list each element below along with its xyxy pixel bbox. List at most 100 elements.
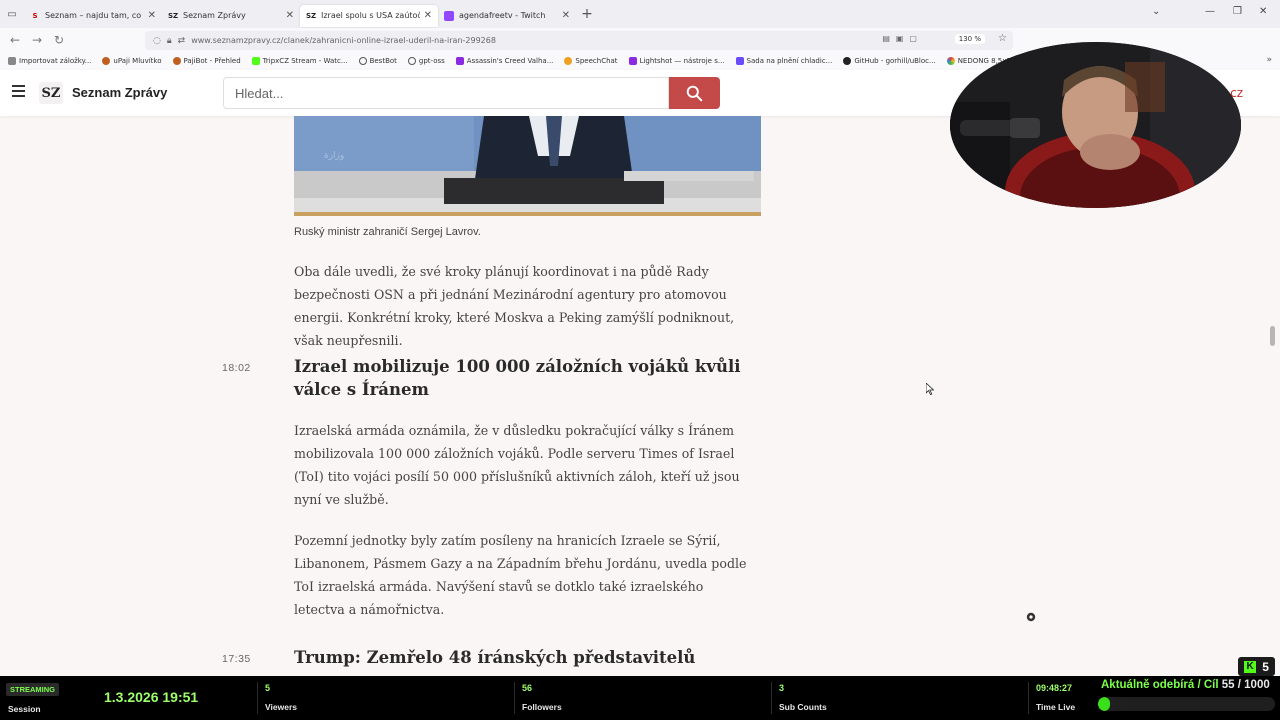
tab-twitch[interactable]: agendafreetv - Twitch ✕ <box>438 5 576 27</box>
bookmark-item[interactable]: Assassin's Creed Valha... <box>455 57 553 65</box>
tab-title: Izrael spolu s USA zaútočili na Írán <box>321 11 420 20</box>
entry-time: 17:35 <box>222 653 251 665</box>
back-arrow-icon[interactable]: ← <box>4 33 26 47</box>
kick-icon <box>251 57 260 65</box>
tab-title: agendafreetv - Twitch <box>459 11 546 20</box>
bookmark-icon <box>8 57 16 65</box>
bookmark-item[interactable]: TripxCZ Stream - Watc... <box>251 57 348 65</box>
site-name[interactable]: Seznam Zprávy <box>72 85 167 100</box>
lock-icon[interactable]: 🔒︎ <box>167 36 172 46</box>
close-tab-icon[interactable]: ✕ <box>286 10 294 21</box>
viewers-value: 5 <box>265 683 271 693</box>
divider <box>771 682 772 714</box>
github-icon <box>843 57 852 65</box>
zoom-level-badge[interactable]: 130 % <box>954 34 985 44</box>
sub-goal-progress-bar <box>1098 697 1275 711</box>
tab-list-chevron-icon[interactable]: ⌄ <box>1152 6 1160 17</box>
close-tab-icon[interactable]: ✕ <box>562 10 570 21</box>
seznam-favicon-icon: S <box>32 11 38 20</box>
bookmark-star-icon[interactable]: ☆ <box>998 33 1007 44</box>
kick-logo-icon: K <box>1244 660 1257 673</box>
permissions-icon[interactable]: ⇄ <box>178 36 186 46</box>
entry-time: 18:02 <box>222 362 251 374</box>
bookmark-item[interactable]: uPaji Mluvítko <box>102 57 162 65</box>
session-label: Session <box>8 704 41 714</box>
reload-icon[interactable]: ↻ <box>48 33 70 47</box>
bookmark-item[interactable]: Importovat záložky... <box>8 57 91 65</box>
tab-title: Seznam – najdu tam, co neznám <box>45 11 144 20</box>
subs-label: Sub Counts <box>779 702 827 712</box>
sub-goal-progress-fill <box>1098 697 1111 711</box>
time-live-value: 09:48:27 <box>1036 683 1073 693</box>
sub-goal-text: Aktuálně odebírá / Cíl 55 / 1000 <box>1101 679 1270 691</box>
viewers-label: Viewers <box>265 702 297 712</box>
lightshot-icon <box>628 57 637 65</box>
scrollbar-thumb[interactable] <box>1270 326 1275 346</box>
address-bar[interactable]: ◌ 🔒︎ ⇄ www.seznamzpravy.cz/clanek/zahran… <box>145 31 1013 50</box>
bookmark-icon <box>946 57 955 65</box>
minimize-button[interactable]: — <box>1205 6 1215 17</box>
search-icon <box>686 85 703 101</box>
bookmark-item[interactable]: BestBot <box>358 57 397 65</box>
search-button[interactable] <box>669 77 720 109</box>
close-tab-icon[interactable]: ✕ <box>424 10 432 21</box>
sz-favicon-icon: SZ <box>305 11 317 20</box>
subs-value: 3 <box>779 683 785 693</box>
streaming-badge: STREAMING <box>6 683 59 696</box>
globe-icon <box>358 57 367 65</box>
webcam-overlay <box>950 42 1241 208</box>
svg-text:وزارة: وزارة <box>324 151 344 161</box>
bookmark-icon <box>102 57 111 65</box>
followers-value: 56 <box>522 683 533 693</box>
article-paragraph: Izraelská armáda oznámila, že v důsledku… <box>294 423 740 507</box>
site-logo[interactable]: SZ <box>39 82 63 104</box>
tab-title: Seznam Zprávy <box>183 11 246 20</box>
speechchat-icon <box>564 57 573 65</box>
tab-seznam[interactable]: S Seznam – najdu tam, co neznám ✕ <box>24 5 162 27</box>
tab-overview-icon[interactable]: ▭ <box>0 0 24 28</box>
article-paragraph: Oba dále uvedli, že své kroky plánují ko… <box>294 264 735 348</box>
bookmarks-overflow-icon[interactable]: » <box>1266 55 1272 65</box>
mouse-cursor-icon <box>926 383 934 395</box>
twitch-favicon-icon <box>444 10 454 21</box>
photo-caption: Ruský ministr zahraničí Sergej Lavrov. <box>294 226 481 238</box>
extension-badge-icon[interactable] <box>1026 612 1036 622</box>
tab-strip: ▭ S Seznam – najdu tam, co neznám ✕ SZ S… <box>0 0 1280 28</box>
followers-label: Followers <box>522 702 562 712</box>
stream-stats-overlay: STREAMING Session 1.3.2026 19:51 5 Viewe… <box>0 676 1280 720</box>
sz-favicon-icon: SZ <box>167 11 179 20</box>
divider <box>1028 682 1029 714</box>
divider <box>514 682 515 714</box>
article-paragraph: Pozemní jednotky byly zatím posíleny na … <box>294 533 747 617</box>
bookmark-item[interactable]: GitHub - gorhill/uBloc... <box>843 57 936 65</box>
bookmark-icon <box>735 57 744 65</box>
time-live-label: Time Live <box>1036 702 1076 712</box>
kick-viewer-count: 5 <box>1262 659 1269 674</box>
close-window-button[interactable]: ✕ <box>1259 6 1267 17</box>
menu-icon[interactable] <box>12 85 25 100</box>
bookmark-item[interactable]: Lightshot — nástroje s... <box>628 57 725 65</box>
close-tab-icon[interactable]: ✕ <box>148 10 156 21</box>
tab-seznam-zpravy[interactable]: SZ Seznam Zprávy ✕ <box>162 5 300 27</box>
stream-datetime: 1.3.2026 19:51 <box>104 689 199 705</box>
bookmark-item[interactable]: PajiBot - Přehled <box>172 57 241 65</box>
divider <box>257 682 258 714</box>
search-input[interactable] <box>223 77 669 109</box>
kick-viewer-badge: K 5 <box>1238 657 1275 676</box>
bookmark-item[interactable]: gpt-oss <box>407 57 445 65</box>
article-photo: وزارة <box>294 116 761 216</box>
shield-icon[interactable]: ◌ <box>153 36 161 46</box>
forward-arrow-icon[interactable]: → <box>26 33 48 47</box>
bookmark-icon <box>172 57 181 65</box>
page-action-icons[interactable]: ▤▣▢ <box>882 34 923 43</box>
entry-headline[interactable]: Izrael mobilizuje 100 000 záložních vojá… <box>294 355 754 401</box>
assassins-creed-icon <box>455 57 464 65</box>
new-tab-button[interactable]: + <box>576 6 598 22</box>
globe-icon <box>407 57 416 65</box>
bookmark-item[interactable]: Sada na plnění chladic... <box>735 57 832 65</box>
entry-headline[interactable]: Trump: Zemřelo 48 íránských představitel… <box>294 646 764 669</box>
url-text[interactable]: www.seznamzpravy.cz/clanek/zahranicni-on… <box>191 36 496 45</box>
bookmark-item[interactable]: SpeechChat <box>564 57 618 65</box>
restore-button[interactable]: ❐ <box>1233 6 1242 17</box>
tab-izrael-article[interactable]: SZ Izrael spolu s USA zaútočili na Írán … <box>300 4 438 27</box>
